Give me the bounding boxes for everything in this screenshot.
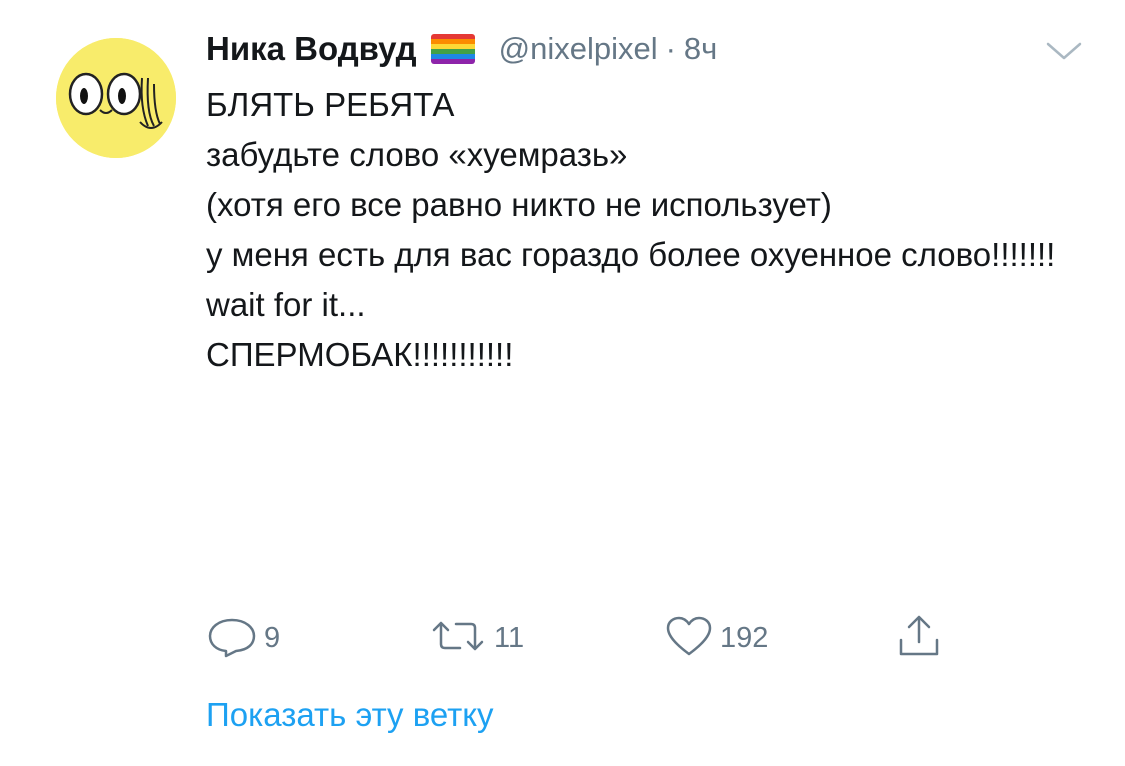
retweet-icon xyxy=(428,614,488,663)
share-upload-icon xyxy=(896,612,942,665)
author-name[interactable]: Ника Водвуд xyxy=(206,30,417,68)
tweet-timestamp[interactable]: 8ч xyxy=(684,31,717,67)
tweet-text-line: wait for it... xyxy=(206,286,366,323)
tweet-text-line: (хотя его все равно никто не использует) xyxy=(206,186,832,223)
avatar[interactable] xyxy=(56,38,176,158)
show-thread-link[interactable]: Показать эту ветку xyxy=(206,690,494,740)
tweet-text: БЛЯТЬ РЕБЯТА забудьте слово «хуемразь» (… xyxy=(206,80,1086,380)
tweet-text-line: БЛЯТЬ РЕБЯТА xyxy=(206,86,455,123)
retweet-count: 11 xyxy=(494,621,525,654)
like-button[interactable]: 192 xyxy=(664,610,768,666)
reply-bubble-icon xyxy=(206,614,258,663)
like-count: 192 xyxy=(720,621,769,654)
tweet-text-line: забудьте слово «хуемразь» xyxy=(206,136,628,173)
share-button[interactable] xyxy=(896,610,942,666)
chevron-down-icon[interactable] xyxy=(1042,36,1086,66)
tweet-header: Ника Водвуд @nixelpixel · 8ч xyxy=(206,24,717,74)
tweet-actions: 9 11 192 xyxy=(206,610,966,666)
tweet-text-line: у меня есть для вас гораздо более охуенн… xyxy=(206,236,1056,273)
header-separator: · xyxy=(665,31,676,66)
tweet-card: Ника Водвуд @nixelpixel · 8ч БЛЯТЬ РЕБЯТ… xyxy=(0,0,1125,766)
heart-icon xyxy=(664,614,714,663)
rainbow-flag-icon xyxy=(430,34,475,64)
retweet-button[interactable]: 11 xyxy=(428,610,524,666)
reply-count: 9 xyxy=(264,621,281,654)
tweet-text-line: СПЕРМОБАК!!!!!!!!!!! xyxy=(206,336,514,373)
cartoon-face-avatar-icon xyxy=(56,38,176,158)
reply-button[interactable]: 9 xyxy=(206,610,280,666)
author-handle[interactable]: @nixelpixel xyxy=(499,31,658,67)
